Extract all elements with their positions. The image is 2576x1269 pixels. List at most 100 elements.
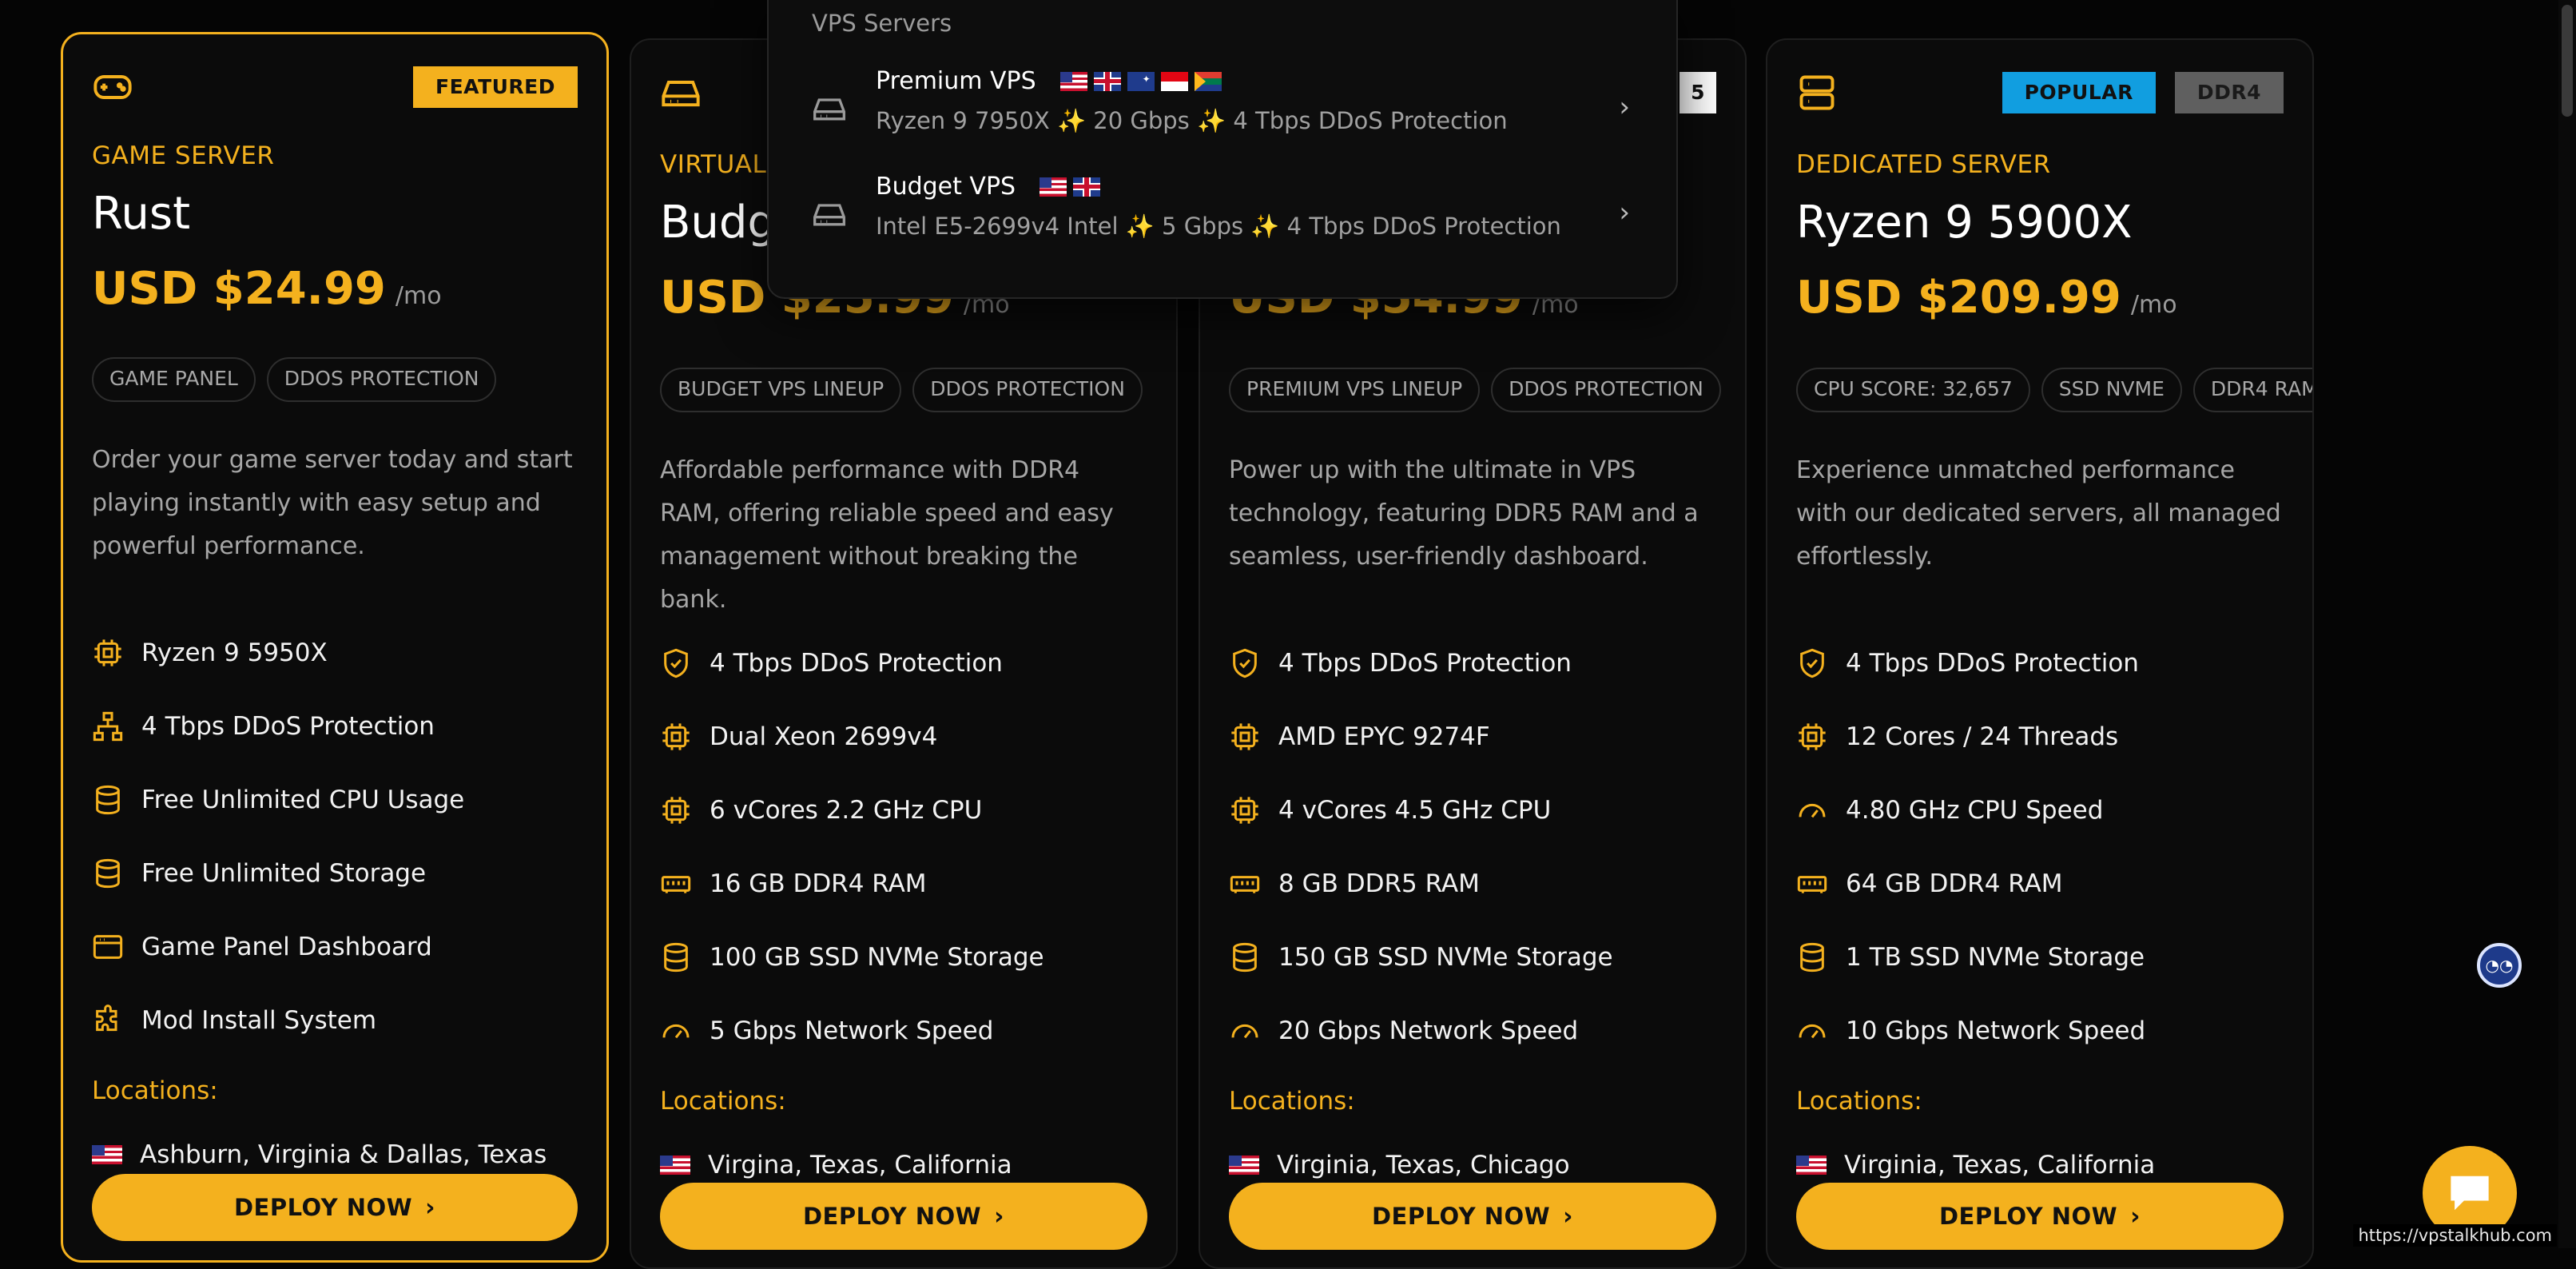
deploy-now-button[interactable]: DEPLOY NOW › xyxy=(1229,1183,1716,1250)
chevron-right-icon: › xyxy=(1619,197,1630,229)
shield-check-icon xyxy=(664,648,688,678)
cpu-icon xyxy=(662,797,690,824)
shield-check-icon xyxy=(1233,648,1257,678)
plan-name: Ryzen 9 5900X xyxy=(1796,197,2133,249)
browser-window-icon xyxy=(93,935,123,959)
feature-item: 6 vCores 2.2 GHz CPU xyxy=(660,774,1147,847)
feature-item: 4 Tbps DDoS Protection xyxy=(92,690,578,763)
vps-servers-dropdown: VPS Servers Premium VPS Ryzen 9 7950X ✨ … xyxy=(767,0,1678,299)
deploy-now-button[interactable]: DEPLOY NOW › xyxy=(92,1174,578,1241)
gauge-icon xyxy=(662,1024,690,1039)
plan-description: Power up with the ultimate in VPS techno… xyxy=(1229,456,1699,571)
memory-icon xyxy=(661,876,691,893)
locations-label: Locations: xyxy=(1796,1087,1922,1116)
plan-tag: DDR4 RAM xyxy=(2192,368,2312,412)
location-item: Virginia, Texas, California xyxy=(1796,1151,2155,1179)
feature-item: 4 Tbps DDoS Protection xyxy=(1229,627,1716,700)
gamepad-icon xyxy=(93,75,132,99)
plan-category: VIRTUAL xyxy=(660,150,767,179)
feature-item: 100 GB SSD NVMe Storage xyxy=(660,921,1147,994)
au-flag-icon xyxy=(1127,71,1155,91)
us-flag-icon xyxy=(92,1145,122,1164)
feature-item: Free Unlimited Storage xyxy=(92,837,578,910)
feature-item: 8 GB DDR5 RAM xyxy=(1229,847,1716,921)
plan-tag: DDOS PROTECTION xyxy=(266,357,497,402)
feature-item: 150 GB SSD NVMe Storage xyxy=(1229,921,1716,994)
plan-tag: PREMIUM VPS LINEUP xyxy=(1229,368,1481,412)
feature-item: Mod Install System xyxy=(92,984,578,1057)
feature-item: 4 vCores 4.5 GHz CPU xyxy=(1229,774,1716,847)
dropdown-item-premium-vps[interactable]: Premium VPS Ryzen 9 7950X ✨ 20 Gbps ✨ 4 … xyxy=(812,61,1644,157)
chevron-right-icon: › xyxy=(425,1193,436,1222)
deploy-now-button[interactable]: DEPLOY NOW › xyxy=(1796,1183,2284,1250)
dropdown-item-specs: Intel E5-2699v4 Intel ✨ 5 Gbps ✨ 4 Tbps … xyxy=(876,213,1561,240)
locations-label: Locations: xyxy=(92,1076,218,1105)
uk-flag-icon xyxy=(1073,177,1101,197)
locations-label: Locations: xyxy=(660,1087,786,1116)
plan-name: Budg xyxy=(660,197,777,249)
chevron-right-icon: › xyxy=(994,1202,1005,1231)
featured-badge: FEATURED xyxy=(413,66,578,108)
dropdown-item-name: Premium VPS xyxy=(876,67,1222,95)
memory-icon xyxy=(1230,876,1260,893)
status-bar-url: https://vpstalkhub.com xyxy=(2353,1224,2557,1247)
us-flag-icon xyxy=(660,1156,690,1175)
deploy-now-button[interactable]: DEPLOY NOW › xyxy=(660,1183,1147,1250)
feature-item: 4 Tbps DDoS Protection xyxy=(660,627,1147,700)
database-icon xyxy=(96,858,120,889)
feature-item: Ryzen 9 5950X xyxy=(92,616,578,690)
hard-drive-icon xyxy=(813,98,845,121)
accessibility-widget-icon[interactable]: ◔◔ xyxy=(2477,943,2522,988)
plan-description: Order your game server today and start p… xyxy=(92,446,573,560)
plan-category: DEDICATED SERVER xyxy=(1796,150,2051,179)
feature-item: AMD EPYC 9274F xyxy=(1229,700,1716,774)
ddr4-badge: DDR4 xyxy=(2174,72,2284,113)
plan-tag: CPU SCORE: 32,657 xyxy=(1796,368,2030,412)
locations-label: Locations: xyxy=(1229,1087,1355,1116)
database-icon xyxy=(96,785,120,815)
feature-item: 10 Gbps Network Speed xyxy=(1796,994,2284,1068)
dropdown-item-specs: Ryzen 9 7950X ✨ 20 Gbps ✨ 4 Tbps DDoS Pr… xyxy=(876,107,1508,134)
us-flag-icon xyxy=(1229,1156,1259,1175)
memory-icon xyxy=(1797,876,1827,893)
plan-card-rust: FEATURED GAME SERVER Rust USD $24.99/mo … xyxy=(61,32,609,1263)
plan-tag: DDOS PROTECTION xyxy=(1491,368,1721,412)
feature-item: 1 TB SSD NVMe Storage xyxy=(1796,921,2284,994)
plan-description: Experience unmatched performance with ou… xyxy=(1796,456,2281,571)
cpu-icon xyxy=(1231,723,1258,750)
network-icon xyxy=(93,711,123,742)
feature-item: Game Panel Dashboard xyxy=(92,910,578,984)
plan-price: USD $24.99/mo xyxy=(92,263,442,315)
dropdown-item-budget-vps[interactable]: Budget VPS Intel E5-2699v4 Intel ✨ 5 Gbp… xyxy=(812,166,1644,262)
sg-flag-icon xyxy=(1160,71,1188,91)
plan-badge: 5 xyxy=(1680,72,1716,113)
database-icon xyxy=(1233,942,1257,973)
feature-item: 5 Gbps Network Speed xyxy=(660,994,1147,1068)
cpu-icon xyxy=(94,639,121,666)
hard-drive-icon xyxy=(662,81,700,107)
shield-check-icon xyxy=(1800,648,1824,678)
database-icon xyxy=(1800,942,1824,973)
cpu-icon xyxy=(662,723,690,750)
us-flag-icon xyxy=(1796,1156,1827,1175)
plan-tag: BUDGET VPS LINEUP xyxy=(660,368,902,412)
chevron-right-icon: › xyxy=(1563,1202,1574,1231)
plan-tag: DDOS PROTECTION xyxy=(912,368,1143,412)
us-flag-icon xyxy=(1059,71,1087,91)
plan-name: Rust xyxy=(92,188,191,240)
scrollbar-thumb[interactable] xyxy=(2562,5,2573,117)
plan-category: GAME SERVER xyxy=(92,141,275,170)
puzzle-icon xyxy=(96,1004,117,1032)
feature-item: Free Unlimited CPU Usage xyxy=(92,763,578,837)
plan-price: USD $209.99/mo xyxy=(1796,272,2177,324)
feature-item: 64 GB DDR4 RAM xyxy=(1796,847,2284,921)
page-scrollbar[interactable] xyxy=(2558,0,2576,1248)
plan-description: Affordable performance with DDR4 RAM, of… xyxy=(660,456,1114,614)
plan-tag: SSD NVME xyxy=(2041,368,2182,412)
location-item: Virginia, Texas, Chicago xyxy=(1229,1151,1570,1179)
feature-item: 4 Tbps DDoS Protection xyxy=(1796,627,2284,700)
location-item: Virgina, Texas, California xyxy=(660,1151,1012,1179)
dropdown-item-name: Budget VPS xyxy=(876,173,1101,201)
chevron-right-icon: › xyxy=(2130,1202,2141,1231)
za-flag-icon xyxy=(1194,71,1222,91)
